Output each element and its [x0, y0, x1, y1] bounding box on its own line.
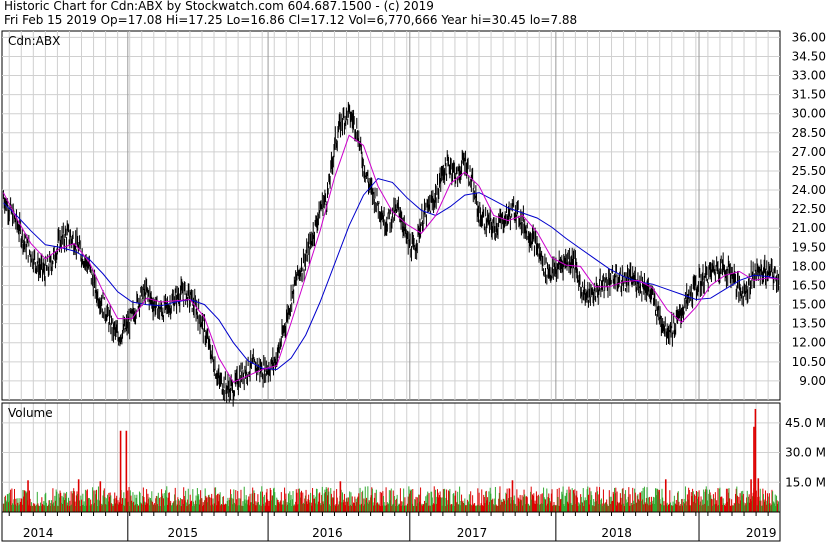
volume-tick-label: 30.0 M — [785, 446, 826, 460]
price-tick-label: 22.50 — [792, 202, 826, 216]
year-axis — [1, 511, 781, 542]
price-tick-label: 30.00 — [792, 107, 826, 121]
year-axis-label: 2019 — [746, 526, 777, 540]
price-tick-label: 34.50 — [792, 49, 826, 63]
chart-canvas: 9.00 10.50 12.00 13.50 15.00 16.50 18.00 19.50 2… — [1, 30, 826, 542]
volume-bars — [2, 408, 779, 512]
volume-tick-label: 45.0 M — [785, 416, 826, 430]
price-tick-label: 33.00 — [792, 69, 826, 83]
year-axis-label: 2014 — [23, 526, 54, 540]
price-tick-label: 16.50 — [792, 278, 826, 292]
price-tick-label: 21.00 — [792, 221, 826, 235]
price-tick-label: 25.50 — [792, 164, 826, 178]
price-tick-label: 13.50 — [792, 317, 826, 331]
price-tick-label: 24.00 — [792, 183, 826, 197]
price-tick-label: 31.50 — [792, 88, 826, 102]
year-axis-label: 2016 — [312, 526, 343, 540]
price-tick-label: 19.50 — [792, 240, 826, 254]
price-tick-label: 27.00 — [792, 145, 826, 159]
price-tick-label: 15.00 — [792, 298, 826, 312]
price-tick-label: 18.00 — [792, 259, 826, 273]
price-tick-label: 36.00 — [792, 30, 826, 44]
year-axis-label: 2017 — [457, 526, 488, 540]
year-axis-label: 2015 — [167, 526, 198, 540]
price-tick-label: 12.00 — [792, 336, 826, 350]
stockwatch-chart: Historic Chart for Cdn:ABX by Stockwatch… — [0, 0, 830, 543]
price-tick-label: 28.50 — [792, 126, 826, 140]
price-tick-label: 10.50 — [792, 355, 826, 369]
volume-tick-label: 15.0 M — [785, 475, 826, 489]
volume-panel-label: Volume — [8, 406, 53, 420]
price-tick-label: 9.00 — [799, 374, 826, 388]
price-panel-label: Cdn:ABX — [8, 34, 60, 48]
year-axis-label: 2018 — [601, 526, 632, 540]
